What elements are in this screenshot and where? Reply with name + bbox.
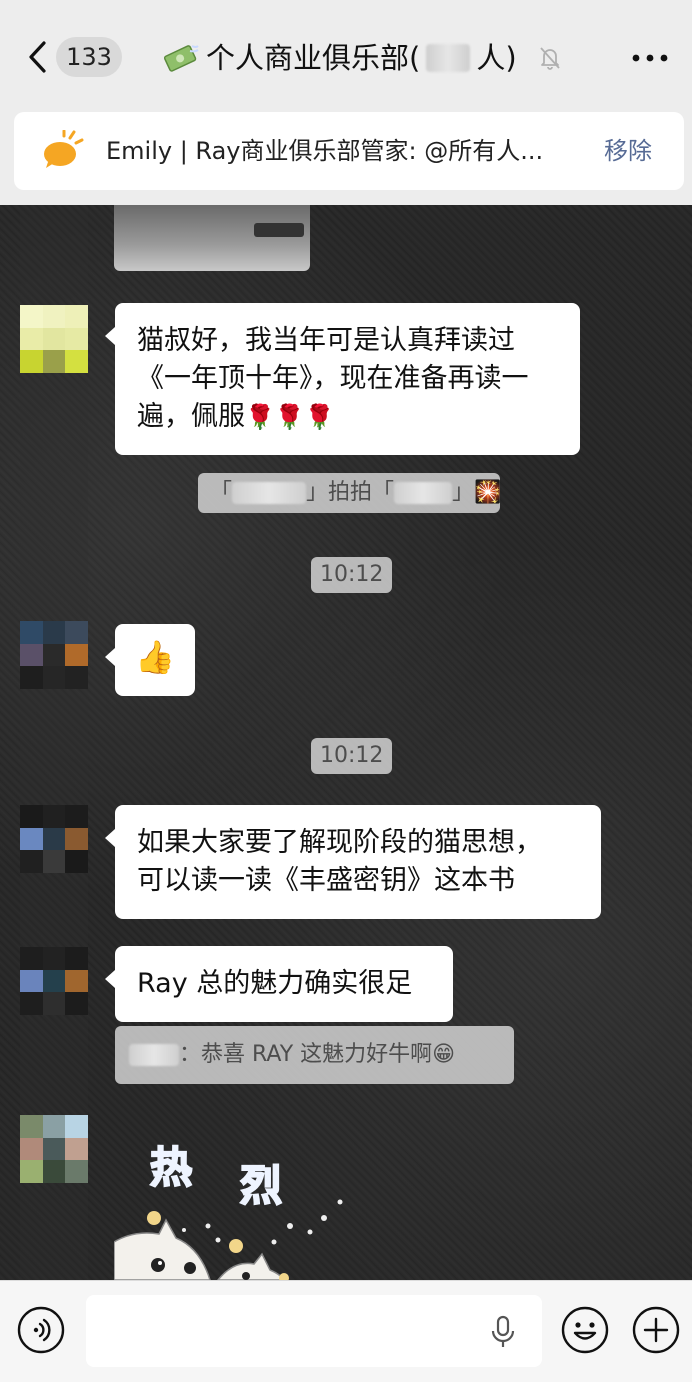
pinned-notice-card[interactable]: Emily | Ray商业俱乐部管家: @所有人... 移除 (14, 112, 684, 190)
avatar[interactable] (20, 1115, 88, 1183)
text-message-bubble[interactable]: Ray 总的魅力确实很足 (105, 946, 453, 1022)
emoji-picker-icon[interactable] (561, 1306, 609, 1354)
avatar[interactable] (20, 805, 88, 873)
quote-text: ：恭喜 RAY 这魅力好牛啊 (179, 1042, 433, 1067)
message-text: Ray 总的魅力确实很足 (137, 968, 413, 999)
voice-input-icon[interactable] (17, 1306, 65, 1354)
pat-text: 拍拍「 (328, 480, 395, 505)
grin-emoji: 😁 (432, 1042, 456, 1067)
image-message-partial[interactable] (114, 205, 310, 271)
pat-open-bracket: 「 (210, 480, 233, 505)
redacted-name (232, 482, 307, 504)
pat-close-bracket-2: 」 (452, 480, 475, 505)
text-message-bubble[interactable]: 猫叔好，我当年可是认真拜读过《一年顶十年》，现在准备再读一遍，佩服🌹🌹🌹 (105, 303, 580, 455)
message-input[interactable] (86, 1295, 542, 1367)
flying-money-icon (163, 45, 199, 72)
chat-title-suffix: 人) (476, 41, 517, 75)
sticker-message[interactable]: 热 烈 (113, 1130, 354, 1280)
avatar[interactable] (20, 305, 88, 373)
avatar[interactable] (20, 621, 88, 689)
notice-text: Emily | Ray商业俱乐部管家: @所有人... (106, 137, 544, 165)
redacted-name (394, 482, 453, 504)
notice-remove-link[interactable]: 移除 (604, 112, 652, 190)
microphone-icon[interactable] (490, 1315, 516, 1349)
chat-title-prefix: 个人商业俱乐部( (206, 41, 421, 75)
timestamp: 10:12 (311, 557, 393, 593)
chat-header: 133 个人商业俱乐部( 人) (0, 0, 692, 108)
message-line: 如果大家要了解现阶段的猫思想， (137, 827, 542, 858)
mute-bell-icon (540, 47, 560, 70)
input-bar (0, 1280, 692, 1382)
announcement-bulb-icon (44, 130, 84, 168)
message-line: 可以读一读《丰盛密钥》这本书 (137, 865, 515, 896)
pat-system-notice: 「」拍拍「 」🎇 (198, 473, 502, 513)
avatar[interactable] (20, 947, 88, 1015)
chat-message-area[interactable]: 猫叔好，我当年可是认真拜读过《一年顶十年》，现在准备再读一遍，佩服🌹🌹🌹 「」拍… (0, 205, 692, 1280)
quoted-reply[interactable]: ：恭喜 RAY 这魅力好牛啊😁 (115, 1026, 514, 1084)
cat-sticker-image: 热 烈 (113, 1142, 343, 1280)
unread-count-badge[interactable]: 133 (56, 37, 122, 77)
back-chevron-icon[interactable] (26, 40, 50, 74)
more-actions-plus-icon[interactable] (632, 1306, 680, 1354)
image-detail (254, 223, 304, 237)
redacted-name (129, 1044, 179, 1066)
pat-close-bracket: 」 (306, 480, 329, 505)
thumbs-up-emoji: 👍 (135, 638, 175, 676)
sticker-char-2: 烈 (240, 1161, 282, 1210)
more-options-icon[interactable] (632, 54, 668, 62)
chat-title[interactable]: 个人商业俱乐部( 人) (162, 36, 517, 80)
firework-emoji: 🎇 (474, 480, 502, 505)
timestamp: 10:12 (311, 738, 393, 774)
text-message-bubble[interactable]: 如果大家要了解现阶段的猫思想， 可以读一读《丰盛密钥》这本书 (105, 805, 601, 919)
redacted-member-count (426, 44, 471, 72)
sticker-char-1: 热 (150, 1143, 192, 1192)
emoji-message-bubble[interactable]: 👍 (105, 624, 195, 696)
rose-emoji: 🌹🌹🌹 (245, 403, 335, 431)
